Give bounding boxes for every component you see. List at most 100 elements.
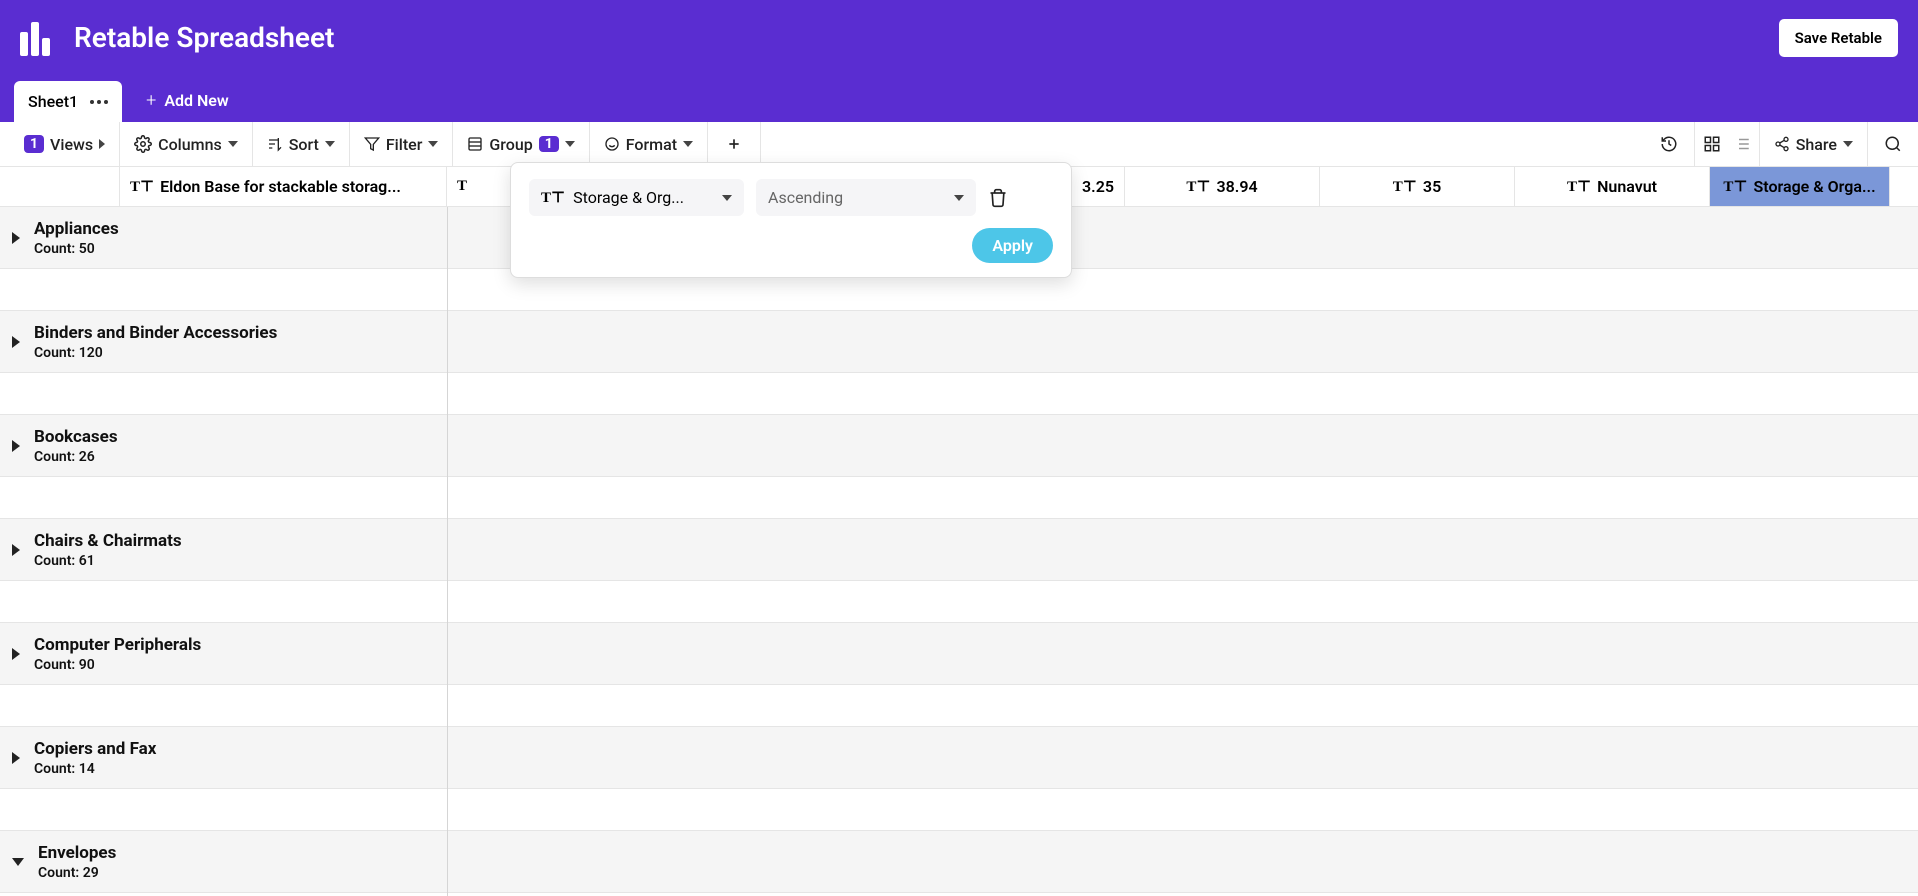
sort-button[interactable]: Sort (253, 122, 350, 166)
group-count: Count: 61 (34, 553, 182, 569)
column-label: Storage & Orga... (1754, 177, 1876, 196)
filter-button[interactable]: Filter (350, 122, 454, 166)
search-button[interactable] (1868, 122, 1918, 166)
share-button[interactable]: Share (1760, 122, 1868, 166)
group-column-select[interactable]: T⊤ Storage & Org... (529, 179, 744, 216)
group-button[interactable]: Group 1 (453, 122, 589, 166)
column-header[interactable]: T⊤ 35 (1320, 167, 1515, 206)
column-label: 3.25 (1082, 177, 1114, 196)
toolbar-left: 1 Views Columns Sort Filter Group 1 Fo (10, 122, 761, 166)
grid-icon (1703, 135, 1721, 153)
group-block: Binders and Binder Accessories Count: 120 (0, 311, 1918, 415)
vertical-divider (447, 207, 448, 896)
expand-toggle-icon[interactable] (12, 752, 20, 764)
group-text: Bookcases Count: 26 (34, 427, 118, 465)
gear-icon (134, 135, 152, 153)
column-label: Eldon Base for stackable storag... (160, 177, 401, 196)
column-header[interactable]: T⊤ Nunavut (1515, 167, 1710, 206)
chevron-right-icon (99, 139, 105, 149)
text-type-icon: T⊤ (130, 177, 154, 196)
group-name: Bookcases (34, 427, 118, 447)
column-header-grouped[interactable]: T⊤ Storage & Orga... (1710, 167, 1890, 206)
text-type-icon: T⊤ (541, 188, 565, 207)
group-header[interactable]: Envelopes Count: 29 (0, 831, 1918, 893)
expand-toggle-icon[interactable] (12, 858, 24, 866)
search-icon (1884, 135, 1902, 153)
history-icon (1660, 135, 1678, 153)
expand-toggle-icon[interactable] (12, 440, 20, 452)
expand-toggle-icon[interactable] (12, 544, 20, 556)
group-text: Computer PeripheralsCount: 90 (34, 635, 201, 673)
chevron-down-icon (683, 141, 693, 147)
more-icon[interactable] (90, 100, 108, 104)
header-left: Retable Spreadsheet (20, 20, 334, 56)
group-spacer (0, 581, 1918, 623)
filter-label: Filter (386, 135, 423, 154)
group-icon (467, 136, 483, 152)
share-label: Share (1796, 135, 1837, 154)
chevron-down-icon (325, 141, 335, 147)
group-spacer (0, 789, 1918, 831)
views-badge: 1 (24, 135, 44, 153)
group-count: Count: 14 (34, 761, 156, 777)
column-header[interactable]: T⊤ 38.94 (1125, 167, 1320, 206)
apply-button[interactable]: Apply (972, 228, 1053, 263)
sort-label: Sort (289, 135, 319, 154)
columns-button[interactable]: Columns (120, 122, 253, 166)
chevron-down-icon (1843, 141, 1853, 147)
group-count: Count: 50 (34, 241, 119, 257)
group-block: Envelopes Count: 29 (0, 831, 1918, 893)
list-view-button[interactable] (1729, 122, 1760, 166)
tabs-row: Sheet1 + Add New (0, 75, 1918, 122)
views-button[interactable]: 1 Views (10, 122, 120, 166)
group-name: Envelopes (38, 843, 116, 863)
group-badge: 1 (539, 136, 559, 152)
text-type-icon: T⊤ (1567, 177, 1591, 196)
text-type-icon: T⊤ (1186, 177, 1210, 196)
add-column-button[interactable] (708, 122, 761, 166)
group-count: Count: 26 (34, 449, 118, 465)
group-spacer (0, 373, 1918, 415)
group-header[interactable]: Copiers and FaxCount: 14 (0, 727, 1918, 789)
group-spacer (0, 685, 1918, 727)
chevron-down-icon (228, 141, 238, 147)
expand-toggle-icon[interactable] (12, 336, 20, 348)
group-name: Binders and Binder Accessories (34, 323, 277, 343)
group-header[interactable]: Chairs & ChairmatsCount: 61 (0, 519, 1918, 581)
grid-view-button[interactable] (1695, 122, 1729, 166)
add-new-tab[interactable]: + Add New (142, 79, 233, 122)
trash-icon[interactable] (988, 188, 1008, 208)
group-header[interactable]: Bookcases Count: 26 (0, 415, 1918, 477)
app-logo (20, 20, 56, 56)
sort-icon (267, 136, 283, 152)
format-label: Format (626, 135, 677, 154)
group-popup: T⊤ Storage & Org... Ascending Apply (510, 162, 1072, 278)
apply-row: Apply (529, 228, 1053, 263)
column-label: Nunavut (1597, 177, 1657, 196)
chevron-down-icon (722, 195, 732, 201)
group-text: Chairs & ChairmatsCount: 61 (34, 531, 182, 569)
expand-toggle-icon[interactable] (12, 648, 20, 660)
filter-icon (364, 136, 380, 152)
group-block: Copiers and FaxCount: 14 (0, 727, 1918, 831)
share-icon (1774, 136, 1790, 152)
group-direction-select[interactable]: Ascending (756, 179, 976, 216)
add-new-label: Add New (164, 91, 228, 110)
expand-toggle-icon[interactable] (12, 232, 20, 244)
list-icon (1733, 135, 1751, 153)
group-header[interactable]: Computer PeripheralsCount: 90 (0, 623, 1918, 685)
history-button[interactable] (1644, 122, 1695, 166)
save-button[interactable]: Save Retable (1779, 19, 1898, 57)
group-count: Count: 120 (34, 345, 277, 361)
toolbar-right: Share (1644, 122, 1918, 166)
group-header[interactable]: Binders and Binder Accessories Count: 120 (0, 311, 1918, 373)
group-count: Count: 29 (38, 865, 116, 881)
chevron-down-icon (954, 195, 964, 201)
group-text: AppliancesCount: 50 (34, 219, 119, 257)
column-header[interactable]: T⊤ Eldon Base for stackable storag... (120, 167, 447, 206)
sheet-tab[interactable]: Sheet1 (14, 81, 122, 122)
group-popup-row: T⊤ Storage & Org... Ascending (529, 179, 1053, 216)
groups-container[interactable]: AppliancesCount: 50 Binders and Binder Ac… (0, 207, 1918, 896)
app-title: Retable Spreadsheet (74, 21, 334, 54)
format-button[interactable]: Format (590, 122, 708, 166)
